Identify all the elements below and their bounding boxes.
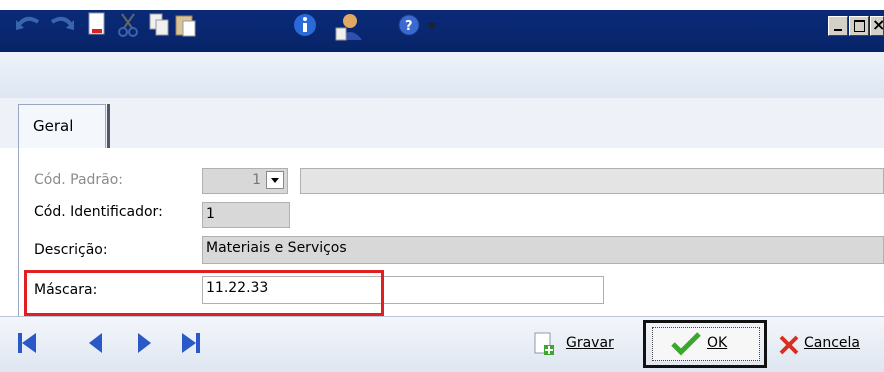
close-button[interactable] bbox=[870, 15, 884, 36]
user-icon[interactable] bbox=[334, 12, 364, 42]
previous-record-icon[interactable] bbox=[86, 331, 106, 355]
copy-icon[interactable] bbox=[148, 12, 172, 38]
dropdown-arrow-icon[interactable] bbox=[426, 22, 438, 32]
redo-icon[interactable] bbox=[48, 12, 76, 34]
gravar-label: Gravar bbox=[566, 335, 614, 351]
first-record-icon[interactable] bbox=[16, 331, 38, 355]
undo-icon[interactable] bbox=[14, 12, 42, 34]
descricao-field[interactable]: Materiais e Serviços bbox=[202, 236, 884, 264]
cod-padrao-label: Cód. Padrão: bbox=[34, 172, 124, 188]
cancel-x-icon bbox=[779, 335, 799, 355]
new-document-icon[interactable] bbox=[86, 12, 108, 38]
tab-geral-label: Geral bbox=[33, 117, 74, 135]
highlight-box bbox=[24, 270, 384, 316]
tab-divider bbox=[107, 104, 110, 148]
paste-icon[interactable] bbox=[174, 12, 198, 38]
cut-icon[interactable] bbox=[116, 12, 140, 38]
tab-strip bbox=[0, 98, 884, 148]
ok-button[interactable]: OK bbox=[652, 327, 760, 361]
next-record-icon[interactable] bbox=[134, 331, 154, 355]
check-icon bbox=[671, 332, 701, 356]
cod-identificador-field[interactable]: 1 bbox=[202, 202, 290, 228]
cod-padrao-description bbox=[300, 168, 884, 194]
toolbar bbox=[0, 52, 884, 99]
info-icon[interactable] bbox=[292, 12, 318, 38]
title-bar-top bbox=[0, 0, 884, 10]
cod-identificador-label: Cód. Identificador: bbox=[34, 204, 163, 220]
save-document-icon bbox=[534, 332, 554, 355]
descricao-label: Descrição: bbox=[34, 242, 108, 258]
svg-text:?: ? bbox=[405, 19, 413, 34]
help-icon[interactable]: ? bbox=[396, 12, 422, 38]
maximize-button[interactable] bbox=[849, 16, 869, 36]
minimize-button[interactable] bbox=[828, 16, 848, 36]
ok-label: OK bbox=[707, 335, 728, 351]
cod-padrao-dropdown-button[interactable] bbox=[266, 171, 284, 189]
chevron-down-icon bbox=[271, 178, 279, 183]
cancela-button[interactable]: Cancela bbox=[778, 330, 884, 360]
cancela-label: Cancela bbox=[804, 335, 861, 351]
tab-geral[interactable]: Geral bbox=[18, 104, 106, 148]
gravar-button[interactable]: Gravar bbox=[532, 330, 632, 360]
last-record-icon[interactable] bbox=[180, 331, 202, 355]
